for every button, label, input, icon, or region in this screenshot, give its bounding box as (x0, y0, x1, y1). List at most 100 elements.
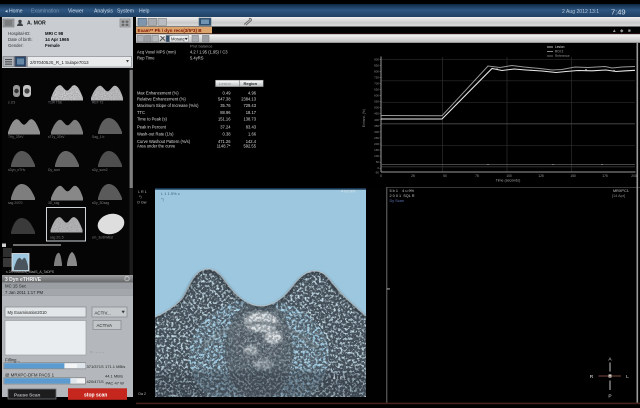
svg-text:Acq Voxel MPS (mm): Acq Voxel MPS (mm) (137, 49, 177, 54)
svg-text:450: 450 (374, 112, 379, 116)
svg-text:200: 200 (374, 142, 379, 146)
svg-text:83.43: 83.43 (246, 125, 257, 130)
svg-text:s 2/070405JS_MadS_A_TaDPS: s 2/070405JS_MadS_A_TaDPS (6, 270, 55, 274)
svg-text:371/371S: 371/371S (87, 364, 104, 369)
svg-text:*): *) (139, 195, 142, 199)
svg-text:547.38: 547.38 (218, 97, 231, 102)
svg-text:s 2/3: s 2/3 (8, 101, 15, 105)
svg-text:Hospital-ID:: Hospital-ID: (8, 31, 30, 36)
svg-text:7:49: 7:49 (611, 8, 626, 17)
svg-text:850: 850 (374, 63, 379, 67)
svg-text:750: 750 (374, 75, 379, 79)
svg-text:◆: ◆ (620, 28, 624, 33)
svg-text:ROI 2: ROI 2 (555, 50, 564, 54)
svg-text:420/471S: 420/471S (87, 379, 104, 384)
svg-text:-50: -50 (375, 171, 380, 175)
svg-text:◂ Home: ◂ Home (5, 8, 23, 14)
svg-text:sDy_som2: sDy_som2 (92, 168, 108, 172)
svg-text:0.49: 0.49 (223, 90, 232, 95)
svg-text:My Examination2010: My Examination2010 (8, 310, 48, 315)
svg-text:0.38: 0.38 (223, 132, 232, 137)
svg-text:Female: Female (45, 43, 60, 48)
svg-text:5 b 1 4 u 9%: 5 b 1 4 u 9% (390, 189, 415, 193)
svg-text:44.1 MB/s: 44.1 MB/s (105, 373, 123, 378)
svg-text:88.96: 88.96 (220, 110, 231, 115)
svg-text:3D_sag: 3D_sag (48, 201, 60, 205)
svg-text:100: 100 (506, 174, 512, 178)
svg-text:Viewer: Viewer (68, 8, 84, 14)
svg-text:Lesion: Lesion (555, 45, 565, 49)
svg-text:MRI C 98: MRI C 98 (45, 31, 64, 36)
svg-text:Region: Region (244, 81, 258, 86)
svg-text:18.17: 18.17 (246, 110, 257, 115)
svg-text:stop scan: stop scan (84, 392, 107, 398)
svg-text:T1W TSE: T1W TSE (48, 101, 63, 105)
svg-text:L R 1: L R 1 (138, 190, 147, 194)
svg-text:sT1y_3TeV: sT1y_3TeV (48, 135, 65, 139)
svg-text:4 let 9%: 4 let 9% (341, 189, 356, 194)
svg-text:151.16: 151.16 (218, 117, 231, 122)
svg-text:○ ·······: ○ ······· (90, 350, 104, 355)
svg-text:3 Dyn eTHRIVE: 3 Dyn eTHRIVE (5, 277, 42, 283)
svg-text:0: 0 (380, 174, 382, 178)
svg-text:Gender:: Gender: (8, 43, 24, 48)
svg-text:THy_3TeV: THy_3TeV (8, 135, 24, 139)
svg-text:Mosaiq: Mosaiq (171, 37, 185, 42)
svg-text:800: 800 (374, 69, 379, 73)
svg-text:System: System (117, 8, 134, 14)
svg-text:O Gᴡ: O Gᴡ (137, 201, 147, 205)
svg-text:50: 50 (376, 160, 380, 164)
svg-text:Sag_1 b: Sag_1 b (92, 135, 104, 139)
svg-text:Time to Peak (s): Time to Peak (s) (137, 117, 168, 122)
svg-text:400: 400 (374, 118, 379, 122)
svg-text:250: 250 (374, 136, 379, 140)
svg-text:100: 100 (374, 154, 379, 158)
svg-text:2/070405JS_R_1 Sulape7013: 2/070405JS_R_1 Sulape7013 (30, 60, 89, 65)
svg-text:Dy Scan: Dy Scan (390, 199, 404, 203)
svg-text:900: 900 (374, 57, 379, 61)
svg-text:75: 75 (475, 174, 479, 178)
svg-text:1.66: 1.66 (248, 132, 257, 137)
svg-text:MC 15 Sec: MC 15 Sec (5, 284, 27, 289)
svg-text:37.24: 37.24 (220, 125, 231, 130)
svg-text:sag 2/1.5: sag 2/1.5 (50, 236, 64, 240)
svg-text:Prot balance: Prot balance (190, 44, 213, 49)
svg-text:175: 175 (602, 174, 608, 178)
svg-text:Oa 2: Oa 2 (138, 392, 146, 396)
svg-text:5.4yRS: 5.4yRS (190, 56, 204, 61)
svg-text:Filling...: Filling... (5, 358, 20, 363)
svg-text:@ MRXPC-DFM PACS 1: @ MRXPC-DFM PACS 1 (5, 372, 55, 377)
svg-text:125: 125 (538, 174, 544, 178)
svg-text:REF T2: REF T2 (92, 101, 103, 105)
svg-text:650: 650 (374, 88, 379, 92)
svg-text:500: 500 (374, 106, 379, 110)
svg-text:Peak in Percent: Peak in Percent (137, 125, 167, 130)
svg-text:PAC 47 W: PAC 47 W (106, 381, 125, 386)
svg-text:Help: Help (139, 8, 150, 14)
svg-text:TTC: TTC (137, 110, 145, 115)
svg-text:350: 350 (374, 124, 379, 128)
svg-text:▲: ▲ (612, 28, 617, 33)
svg-text:[14 Apr]: [14 Apr] (612, 194, 625, 198)
svg-text:A. MOR: A. MOR (27, 21, 46, 27)
svg-text:L: L (626, 374, 629, 380)
svg-text:Relative Enhancement (%): Relative Enhancement (%) (137, 97, 186, 102)
svg-text:50: 50 (443, 174, 447, 178)
svg-text:Enhanc. (%): Enhanc. (%) (362, 109, 366, 127)
svg-text:P: P (608, 394, 611, 400)
svg-text:4.2 / 1.95 (1.95) / C3: 4.2 / 1.95 (1.95) / C3 (190, 49, 228, 54)
svg-text:2384.13: 2384.13 (241, 97, 257, 102)
svg-text:sDyn_eTHv: sDyn_eTHv (8, 168, 26, 172)
svg-text:sag 2/070: sag 2/070 (8, 201, 23, 205)
svg-text:Wash-out Rate (1/s): Wash-out Rate (1/s) (137, 132, 174, 137)
svg-text:Exam** Ph \ dyn recs(3/5*3) B: Exam** Ph \ dyn recs(3/5*3) B (138, 28, 203, 33)
svg-text:Time (seconds): Time (seconds) (496, 179, 521, 183)
svg-text:150: 150 (374, 148, 379, 152)
svg-text:300: 300 (374, 130, 379, 134)
svg-text:L 1 1.5% c: L 1 1.5% c (161, 191, 180, 196)
svg-text:sDy_3Dsag: sDy_3Dsag (92, 201, 109, 205)
svg-text:550: 550 (374, 100, 379, 104)
svg-text:Rep Time: Rep Time (137, 56, 155, 61)
svg-text:Lesion: Lesion (219, 81, 231, 86)
svg-text:Date of birth:: Date of birth: (8, 37, 33, 42)
